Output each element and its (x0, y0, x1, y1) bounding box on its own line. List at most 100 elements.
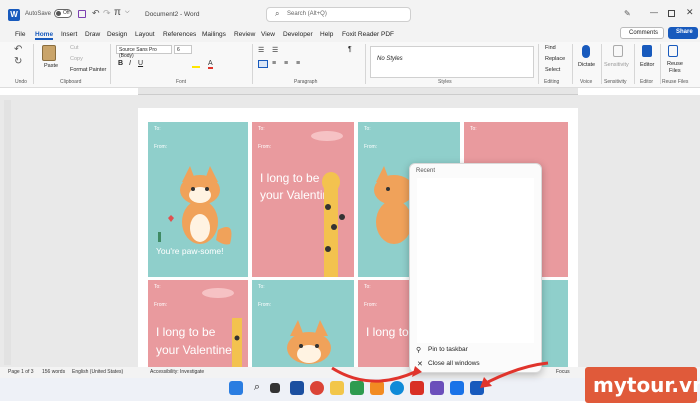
tab-layout[interactable]: Layout (135, 31, 155, 38)
numbering-icon[interactable]: ☰ (272, 46, 278, 54)
undo-icon[interactable]: ↶ (92, 8, 100, 19)
dictate-button[interactable]: Dictate (578, 62, 595, 68)
card-to-label: To: (258, 126, 265, 132)
search-box[interactable]: ⌕ Search (Alt+Q) (266, 7, 411, 22)
app-icon-red[interactable] (410, 381, 424, 395)
tab-review[interactable]: Review (234, 31, 255, 38)
bullets-icon[interactable]: ☰ (258, 46, 264, 54)
format-painter-button[interactable]: Format Painter (70, 67, 106, 73)
dictate-icon[interactable] (582, 45, 590, 58)
zalo-icon[interactable] (450, 381, 464, 395)
ribbon-redo-icon[interactable]: ↻ (14, 56, 22, 67)
replace-button[interactable]: Replace (545, 56, 565, 62)
status-focus[interactable]: Focus (556, 369, 570, 375)
underline-icon[interactable]: U (138, 60, 143, 67)
symbol-icon[interactable]: π (114, 7, 121, 18)
start-icon[interactable] (229, 381, 243, 395)
share-button[interactable]: Share (668, 27, 698, 39)
task-view-icon[interactable] (270, 383, 280, 393)
tab-insert[interactable]: Insert (61, 31, 77, 38)
giraffe-illustration (232, 318, 242, 368)
widgets-icon[interactable] (290, 381, 304, 395)
tab-draw[interactable]: Draw (85, 31, 100, 38)
watermark-text: mytour.vn (593, 373, 700, 397)
tab-file[interactable]: File (15, 31, 25, 38)
tab-home[interactable]: Home (35, 31, 54, 40)
editor-group-label: Editor (640, 79, 654, 85)
italic-icon[interactable]: I (129, 60, 131, 67)
restore-button[interactable] (668, 10, 675, 17)
styles-gallery[interactable]: No Styles (370, 46, 534, 78)
font-size-dropdown[interactable]: 6 (174, 45, 192, 54)
find-button[interactable]: Find (545, 45, 556, 51)
copy-button[interactable]: Copy (70, 56, 83, 62)
tab-design[interactable]: Design (107, 31, 127, 38)
tab-view[interactable]: View (261, 31, 275, 38)
close-all-windows[interactable]: Close all windows (428, 360, 480, 367)
status-language[interactable]: English (United States) (72, 369, 123, 375)
mytour-watermark: mytour.vn (585, 367, 700, 403)
card-to-label: To: (154, 126, 161, 132)
reuse-button-line2[interactable]: Files (669, 68, 681, 74)
tab-mailings[interactable]: Mailings (202, 31, 226, 38)
file-explorer-icon[interactable] (330, 381, 344, 395)
tab-references[interactable]: References (163, 31, 196, 38)
editor-button[interactable]: Editor (640, 62, 654, 68)
card-valentine-line1: I long to be (260, 171, 320, 185)
tab-help[interactable]: Help (320, 31, 333, 38)
save-icon[interactable] (78, 10, 86, 18)
sensitivity-button[interactable]: Sensitivity (604, 62, 629, 68)
redo-icon[interactable]: ↷ (103, 8, 111, 19)
pen-icon[interactable]: ✎ (624, 9, 631, 18)
tab-developer[interactable]: Developer (283, 31, 313, 38)
search-taskbar-icon[interactable]: ⌕ (250, 381, 264, 395)
editor-icon[interactable] (642, 45, 652, 57)
font-name-dropdown[interactable]: Source Sans Pro (Body) (116, 45, 172, 59)
style-no-styles[interactable]: No Styles (377, 56, 403, 62)
highlight-icon[interactable] (192, 60, 200, 68)
chrome-icon[interactable] (310, 381, 324, 395)
paste-label[interactable]: Paste (44, 63, 58, 69)
pin-to-taskbar[interactable]: Pin to taskbar (428, 346, 468, 353)
autosave-toggle-label: Off (63, 10, 70, 16)
font-color-icon[interactable]: A (208, 60, 213, 69)
word-taskbar-icon[interactable] (470, 381, 484, 395)
app-icon-purple[interactable] (430, 381, 444, 395)
align-center-icon[interactable]: ≡ (272, 60, 276, 67)
vertical-ruler[interactable] (4, 100, 11, 365)
reuse-button-line1[interactable]: Reuse (667, 61, 683, 67)
horizontal-ruler[interactable] (138, 88, 578, 95)
customize-qat-icon[interactable]: ⌵ (125, 9, 130, 16)
app-icon-orange[interactable] (370, 381, 384, 395)
show-marks-icon[interactable]: ¶ (348, 46, 352, 53)
styles-group-label: Styles (438, 79, 452, 85)
status-accessibility[interactable]: Accessibility: Investigate (150, 369, 204, 375)
autosave-toggle[interactable]: Off (54, 9, 72, 18)
select-button[interactable]: Select (545, 67, 560, 73)
justify-icon[interactable]: ≡ (296, 60, 300, 67)
reuse-files-icon[interactable] (668, 45, 678, 57)
edge-icon[interactable] (390, 381, 404, 395)
status-page[interactable]: Page 1 of 3 (8, 369, 34, 375)
paste-icon[interactable] (42, 45, 56, 61)
comments-button[interactable]: Comments (620, 27, 664, 39)
card-giraffe-pink: To: From: I long to be your Valentine (252, 122, 354, 277)
card-from-label: From: (154, 302, 168, 308)
fox-illustration (158, 166, 232, 245)
align-left-icon[interactable] (258, 60, 268, 68)
close-button[interactable]: ✕ (686, 7, 694, 18)
card-to-label: To: (154, 284, 161, 290)
cut-button[interactable]: Cut (70, 45, 79, 51)
tab-foxit[interactable]: Foxit Reader PDF (342, 31, 394, 38)
status-words[interactable]: 156 words (42, 369, 65, 375)
bold-icon[interactable]: B (118, 60, 123, 67)
fox-illustration (287, 320, 331, 364)
card-valentine-line1: I long to be (156, 325, 216, 339)
ribbon-undo-icon[interactable]: ↶ (14, 44, 22, 55)
sensitivity-icon[interactable] (613, 45, 623, 57)
autosave-label: AutoSave (25, 11, 52, 17)
minimize-button[interactable]: — (650, 8, 658, 17)
align-right-icon[interactable]: ≡ (284, 60, 288, 67)
app-icon-green[interactable] (350, 381, 364, 395)
recent-list (417, 178, 534, 343)
